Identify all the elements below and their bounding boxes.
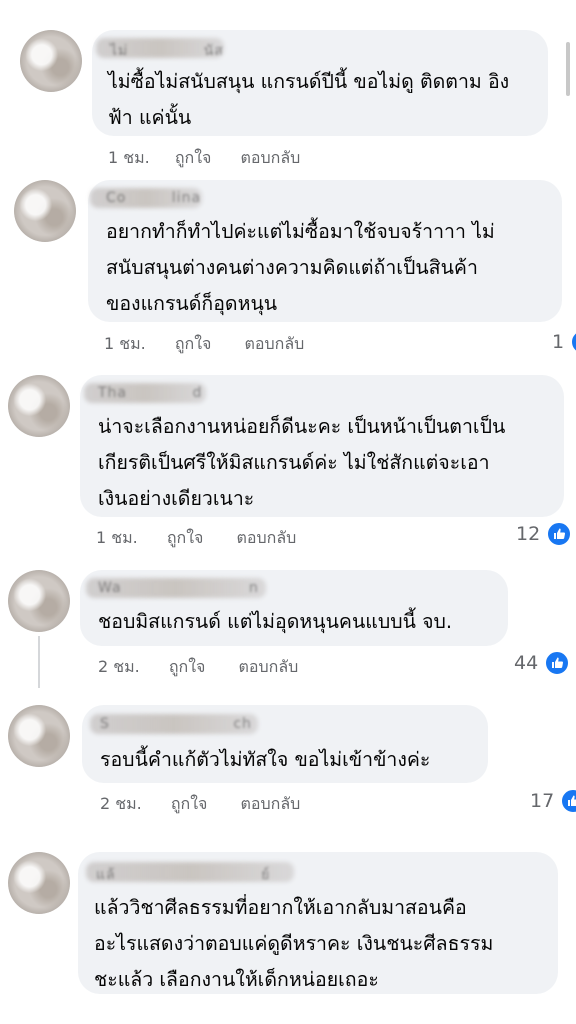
comment-meta: 1 ชม. ถูกใจ ตอบกลับ (96, 526, 296, 551)
author-name-tail: lina (171, 190, 202, 206)
reaction-count[interactable]: 12 (516, 520, 573, 548)
thread-line (38, 636, 40, 688)
comments-page: ไม่ นัส ไม่ซื้อไม่สนับสนุน แกรนด์ปีนี้ ข… (0, 0, 576, 1024)
reaction-number: 17 (530, 790, 555, 812)
author-name-head: Co (106, 190, 132, 206)
author-name[interactable]: Co lina (106, 190, 201, 206)
comment-meta: 2 ชม. ถูกใจ ตอบกลับ (100, 792, 300, 817)
like-link[interactable]: ถูกใจ (171, 792, 208, 817)
comment-meta: 1 ชม. ถูกใจ ตอบกลับ (104, 332, 304, 357)
author-name-head: แล้ (96, 867, 122, 883)
avatar[interactable] (14, 180, 76, 242)
thumbs-up-icon (546, 521, 573, 547)
avatar[interactable] (8, 375, 70, 437)
author-name-head: S (100, 716, 116, 732)
author-name-head: Tha (98, 385, 133, 401)
author-name-tail: นัส (203, 43, 224, 59)
reply-link[interactable]: ตอบกลับ (241, 146, 301, 171)
reaction-count[interactable]: 44 (514, 649, 571, 677)
reply-link[interactable]: ตอบกลับ (245, 332, 305, 357)
thumbs-up-icon (560, 788, 576, 814)
avatar[interactable] (8, 852, 70, 914)
comment-text: รอบนี้คำแก้ตัวไม่ทัสใจ ขอไม่เข้าข้างค่ะ (100, 748, 431, 771)
author-name[interactable]: S ch (100, 716, 252, 732)
comment-text: อยากทำก็ทำไปค่ะแต่ไม่ซื้อมาใช้จบจร้าาาา … (106, 220, 495, 315)
author-name[interactable]: Tha d (98, 385, 202, 401)
timestamp[interactable]: 1 ชม. (108, 146, 150, 171)
author-name[interactable]: Wa n (98, 580, 259, 596)
like-link[interactable]: ถูกใจ (175, 146, 212, 171)
author-name[interactable]: แล้ ย์ (96, 864, 270, 886)
author-name-head: Wa (98, 580, 127, 596)
reaction-count[interactable]: 1 (552, 328, 576, 356)
avatar[interactable] (8, 570, 70, 632)
author-name-head: ไม่ (110, 43, 134, 59)
reaction-number: 1 (552, 331, 565, 353)
author-name[interactable]: ไม่ นัส (110, 40, 224, 62)
timestamp[interactable]: 2 ชม. (98, 655, 140, 680)
timestamp[interactable]: 2 ชม. (100, 792, 142, 817)
author-name-tail: ย์ (261, 867, 271, 883)
reply-link[interactable]: ตอบกลับ (241, 792, 301, 817)
like-link[interactable]: ถูกใจ (175, 332, 212, 357)
timestamp[interactable]: 1 ชม. (96, 526, 138, 551)
like-link[interactable]: ถูกใจ (167, 526, 204, 551)
thumbs-up-icon (570, 329, 576, 355)
reply-link[interactable]: ตอบกลับ (239, 655, 299, 680)
avatar[interactable] (20, 30, 82, 92)
comment-meta: 2 ชม. ถูกใจ ตอบกลับ (98, 655, 298, 680)
comment-text: น่าจะเลือกงานหน่อยก็ดีนะคะ เป็นหน้าเป็นต… (98, 415, 506, 510)
reaction-number: 12 (516, 523, 541, 545)
reply-link[interactable]: ตอบกลับ (237, 526, 297, 551)
author-name-tail: d (192, 385, 203, 401)
like-link[interactable]: ถูกใจ (169, 655, 206, 680)
comment-text: ชอบมิสแกรนด์ แต่ไม่อุดหนุนคนแบบนี้ จบ. (98, 610, 453, 633)
author-name-tail: n (248, 580, 259, 596)
reaction-number: 44 (514, 652, 539, 674)
comment-text: ไม่ซื้อไม่สนับสนุน แกรนด์ปีนี้ ขอไม่ดู ต… (108, 70, 510, 129)
author-name-tail: ch (233, 716, 252, 732)
scrollbar[interactable] (566, 42, 570, 96)
timestamp[interactable]: 1 ชม. (104, 332, 146, 357)
avatar[interactable] (8, 705, 70, 767)
comment-meta: 1 ชม. ถูกใจ ตอบกลับ (108, 146, 300, 171)
thumbs-up-icon (544, 650, 571, 676)
reaction-count[interactable]: 17 (530, 787, 576, 815)
comment-text: แล้ววิชาศีลธรรมที่อยากให้เอากลับมาสอนคือ… (94, 896, 494, 991)
